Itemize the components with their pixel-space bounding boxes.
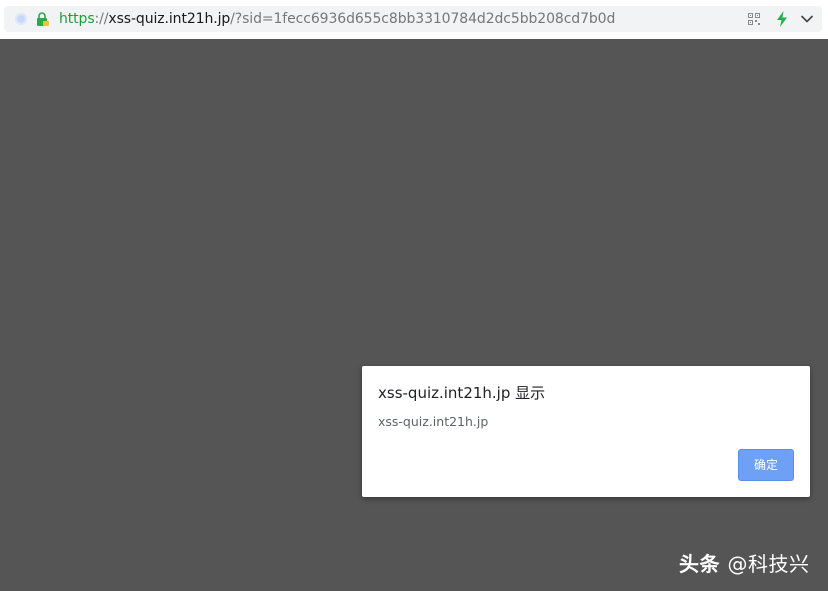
site-info-dot-icon[interactable]	[15, 13, 27, 25]
address-bar[interactable]: https://xss-quiz.int21h.jp/?sid=1fecc693…	[4, 6, 822, 32]
url-path: /?sid=1fecc6936d655c8bb3310784d2dc5bb208…	[230, 11, 616, 27]
browser-toolbar: https://xss-quiz.int21h.jp/?sid=1fecc693…	[0, 0, 828, 39]
url-host: xss-quiz.int21h.jp	[108, 11, 231, 27]
dialog-title: xss-quiz.int21h.jp 显示	[378, 384, 546, 402]
alert-dialog: xss-quiz.int21h.jp 显示 xss-quiz.int21h.jp…	[362, 366, 810, 497]
dialog-message: xss-quiz.int21h.jp	[378, 414, 489, 429]
url-scheme: https	[59, 11, 95, 27]
ok-button[interactable]: 确定	[738, 449, 794, 481]
lightning-bolt-icon[interactable]	[775, 11, 789, 27]
qr-code-icon[interactable]	[748, 13, 760, 25]
watermark: 头条 @科技兴	[679, 548, 809, 577]
url-separator: ://	[94, 11, 109, 27]
watermark-handle: @科技兴	[727, 552, 810, 576]
url-text[interactable]: https://xss-quiz.int21h.jp/?sid=1fecc693…	[59, 10, 615, 28]
lock-icon[interactable]	[34, 11, 50, 27]
watermark-brand: 头条	[679, 552, 720, 576]
chevron-down-icon[interactable]	[800, 14, 814, 24]
